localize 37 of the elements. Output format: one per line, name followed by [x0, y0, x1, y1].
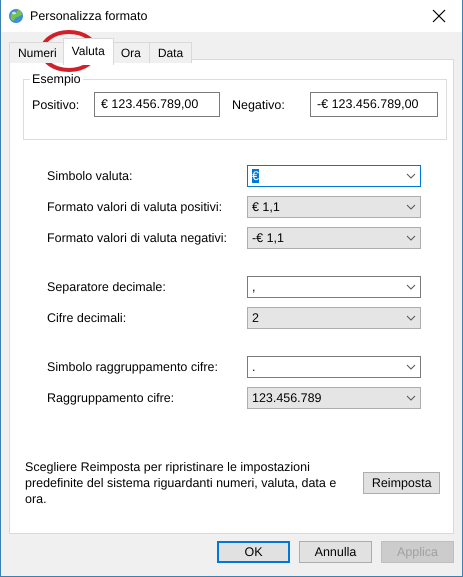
dialog-button[interactable]: Annulla — [299, 541, 372, 563]
dropdown[interactable]: . — [247, 356, 421, 378]
chevron-icon — [406, 204, 416, 210]
tab[interactable]: Valuta — [62, 38, 114, 65]
dropdown[interactable]: € — [247, 165, 421, 187]
chevron-icon — [406, 173, 416, 179]
window-title: Personalizza formato — [30, 9, 148, 23]
field-label: Negativo: — [232, 98, 286, 112]
reset-hint: Scegliere Reimposta per ripristinare le impostazioni predefinite del sistema riguardanti numeri, valuta, data e ora. — [25, 459, 338, 507]
field-label: Separatore decimale: — [47, 280, 167, 294]
field-label: Positivo: — [32, 98, 80, 112]
dropdown[interactable]: , — [247, 276, 421, 298]
dropdown[interactable]: 123.456.789 — [247, 387, 421, 409]
example-field: -€ 123.456.789,00 — [310, 92, 438, 117]
dialog-button[interactable]: OK — [217, 541, 290, 563]
field-label: Formato valori di valuta negativi: — [47, 231, 228, 245]
chevron-icon — [406, 395, 416, 401]
chevron-icon — [406, 315, 416, 321]
dropdown[interactable]: -€ 1,1 — [247, 227, 421, 249]
group-title: Esempio — [31, 72, 82, 86]
tab[interactable]: Data — [148, 42, 192, 63]
tab[interactable]: Ora — [112, 42, 150, 63]
field-label: Raggruppamento cifre: — [47, 391, 176, 405]
chevron-icon — [406, 235, 416, 241]
field-label: Cifre decimali: — [47, 311, 128, 325]
chevron-icon — [406, 284, 416, 290]
field-label: Formato valori di valuta positivi: — [47, 200, 224, 214]
dropdown[interactable]: 2 — [247, 307, 421, 329]
field-label: Simbolo valuta: — [47, 169, 134, 183]
chevron-icon — [406, 364, 416, 370]
globe-icon — [8, 8, 24, 24]
reset-button[interactable]: Reimposta — [363, 472, 440, 494]
field-label: Simbolo raggruppamento cifre: — [47, 360, 219, 374]
close-icon[interactable] — [432, 9, 446, 23]
dropdown[interactable]: € 1,1 — [247, 196, 421, 218]
example-field: € 123.456.789,00 — [94, 92, 220, 117]
tab[interactable]: Numeri — [9, 42, 66, 63]
